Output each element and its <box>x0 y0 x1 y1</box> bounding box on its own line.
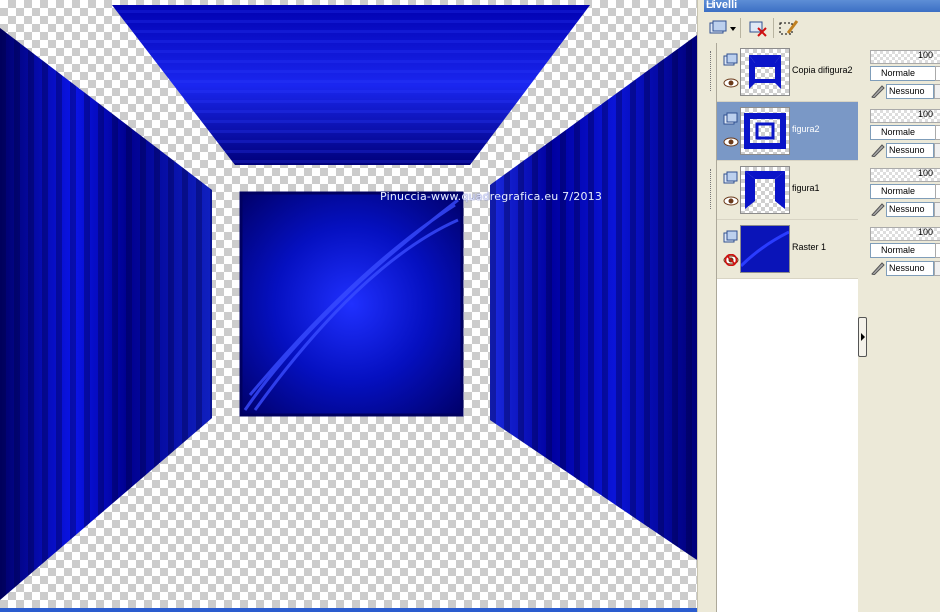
layer-name: figura2 <box>792 124 820 134</box>
layer-row[interactable]: Raster 1 <box>717 220 858 279</box>
image-canvas[interactable]: Pinuccia-www.quadregrafica.eu 7/2013 <box>0 0 697 612</box>
mask-button[interactable] <box>934 143 940 158</box>
eye-icon[interactable] <box>723 136 739 148</box>
mask-button[interactable] <box>934 84 940 99</box>
layer-thumbnail <box>739 225 790 273</box>
blend-mode-select[interactable]: Normale <box>870 184 936 199</box>
eye-icon[interactable] <box>723 77 739 89</box>
new-layer-icon[interactable] <box>708 18 736 38</box>
opacity-slider[interactable]: 100 <box>870 168 940 182</box>
layer-properties: 100 Normale Nessuno <box>866 46 940 104</box>
center-square <box>241 193 462 415</box>
layer-type-icon <box>723 112 738 125</box>
brush-icon[interactable] <box>870 143 886 157</box>
layer-row[interactable]: Copia difigura2 <box>710 43 858 102</box>
layer-row[interactable]: figura2 <box>717 102 858 161</box>
layers-list: Copia difigura2 figura2 figura1 Raster 1 <box>710 43 858 612</box>
layer-type-icon <box>723 171 738 184</box>
brush-icon[interactable] <box>870 84 886 98</box>
pin-icon[interactable]: ⊣ <box>706 0 938 10</box>
blend-mode-select[interactable]: Normale <box>870 66 936 81</box>
mask-select[interactable]: Nessuno <box>886 143 934 158</box>
edit-selection-icon[interactable] <box>778 18 800 38</box>
layer-name: Raster 1 <box>792 242 827 252</box>
watermark-text: Pinuccia-www.quadregrafica.eu 7/2013 <box>380 190 603 203</box>
layer-properties: 100 Normale Nessuno <box>866 105 940 163</box>
blend-mode-dropdown[interactable] <box>935 243 940 258</box>
layers-toolbar <box>704 13 940 43</box>
delete-layer-icon[interactable] <box>748 18 768 38</box>
mask-button[interactable] <box>934 202 940 217</box>
hidden-eye-icon[interactable] <box>723 254 739 266</box>
layer-name: Copia difigura2 <box>792 65 853 75</box>
blend-mode-dropdown[interactable] <box>935 66 940 81</box>
mask-select[interactable]: Nessuno <box>886 261 934 276</box>
corridor-artwork <box>0 5 697 600</box>
opacity-slider[interactable]: 100 <box>870 50 940 64</box>
eye-icon[interactable] <box>723 195 739 207</box>
opacity-slider[interactable]: 100 <box>870 109 940 123</box>
layer-thumbnail <box>740 107 790 155</box>
mask-select[interactable]: Nessuno <box>886 202 934 217</box>
mask-button[interactable] <box>934 261 940 276</box>
layer-thumbnail <box>740 166 790 214</box>
blend-mode-select[interactable]: Normale <box>870 243 936 258</box>
blend-mode-dropdown[interactable] <box>935 184 940 199</box>
brush-icon[interactable] <box>870 261 886 275</box>
brush-icon[interactable] <box>870 202 886 216</box>
mask-select[interactable]: Nessuno <box>886 84 934 99</box>
layer-thumbnail <box>740 48 790 96</box>
opacity-slider[interactable]: 100 <box>870 227 940 241</box>
layer-row[interactable]: figura1 <box>710 161 858 220</box>
layer-type-icon <box>723 53 738 66</box>
blend-mode-dropdown[interactable] <box>935 125 940 140</box>
blend-mode-select[interactable]: Normale <box>870 125 936 140</box>
layer-type-icon <box>723 230 738 243</box>
canvas-scrollbar[interactable] <box>0 608 697 612</box>
panel-title-bar[interactable]: Livelli ⊣ <box>704 0 940 12</box>
layer-name: figura1 <box>792 183 820 193</box>
layer-properties: 100 Normale Nessuno <box>866 223 940 281</box>
panel-expand-handle[interactable] <box>858 317 867 357</box>
layer-properties: 100 Normale Nessuno <box>866 164 940 222</box>
